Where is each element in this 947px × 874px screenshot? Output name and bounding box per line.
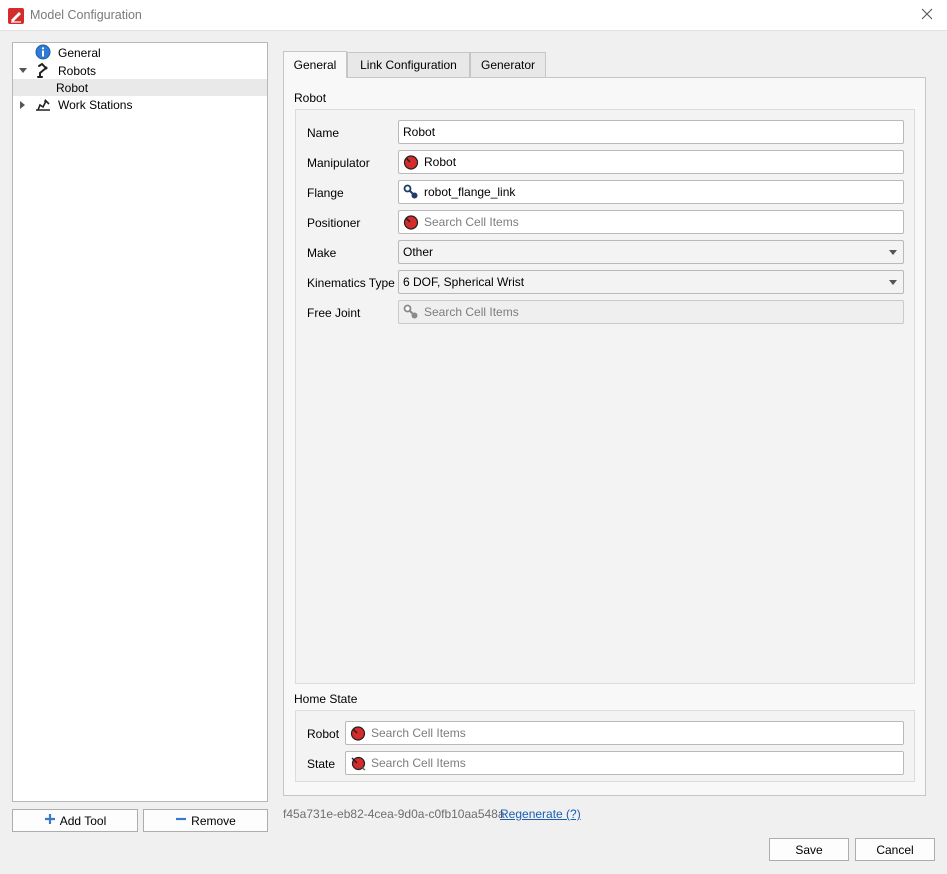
- tab-label: General: [293, 58, 337, 72]
- plus-icon: [44, 813, 56, 828]
- robot-state-icon: [350, 755, 366, 771]
- cancel-button[interactable]: Cancel: [855, 838, 935, 861]
- model-uuid: f45a731e-eb82-4cea-9d0a-c0fb10aa548a: [283, 807, 505, 821]
- home-state-section-title: Home State: [294, 692, 358, 706]
- kinematics-type-label: Kinematics Type: [307, 276, 395, 290]
- kinematics-type-value: 6 DOF, Spherical Wrist: [403, 275, 525, 289]
- chevron-down-icon[interactable]: [18, 66, 28, 76]
- flange-field[interactable]: robot_flange_link: [398, 180, 904, 204]
- dropdown-arrow-icon: [889, 250, 897, 255]
- regenerate-link[interactable]: Regenerate (?): [500, 807, 581, 821]
- tree-item-work-stations[interactable]: Work Stations: [13, 96, 267, 113]
- make-value: Other: [403, 245, 434, 259]
- add-tool-label: Add Tool: [59, 813, 107, 828]
- home-robot-label: Robot: [307, 727, 340, 741]
- home-state-field[interactable]: Search Cell Items: [345, 751, 904, 775]
- robot-group: Name Robot Manipulator Robot Flange robo…: [295, 109, 915, 684]
- tab-label: Link Configuration: [360, 58, 457, 72]
- tab-general[interactable]: General: [283, 51, 347, 78]
- add-tool-button[interactable]: Add Tool: [12, 809, 138, 832]
- link-icon: [403, 304, 419, 320]
- flange-label: Flange: [307, 186, 344, 200]
- robot-item-icon: [403, 154, 419, 170]
- workstation-icon: [35, 96, 51, 112]
- home-robot-field[interactable]: Search Cell Items: [345, 721, 904, 745]
- tree-item-general[interactable]: General: [13, 44, 267, 61]
- flange-value: robot_flange_link: [424, 185, 516, 199]
- general-tab-panel: Robot Name Robot Manipulator Robot Flang…: [283, 77, 926, 796]
- save-label: Save: [795, 842, 823, 857]
- model-tree[interactable]: General Robots Robot Work Stations: [12, 42, 268, 802]
- home-state-placeholder: Search Cell Items: [371, 756, 466, 770]
- positioner-label: Positioner: [307, 216, 361, 230]
- tree-item-label: Robot: [56, 80, 89, 95]
- dropdown-arrow-icon: [889, 280, 897, 285]
- name-value: Robot: [403, 125, 436, 139]
- info-icon: [35, 44, 51, 60]
- robot-item-icon: [403, 214, 419, 230]
- home-state-label: State: [307, 757, 336, 771]
- link-icon: [403, 184, 419, 200]
- manipulator-field[interactable]: Robot: [398, 150, 904, 174]
- app-logo-icon: [8, 8, 24, 24]
- chevron-right-icon[interactable]: [18, 100, 28, 110]
- free-joint-label: Free Joint: [307, 306, 361, 320]
- positioner-placeholder: Search Cell Items: [424, 215, 519, 229]
- save-button[interactable]: Save: [769, 838, 849, 861]
- close-button[interactable]: [907, 0, 947, 30]
- make-label: Make: [307, 246, 337, 260]
- positioner-field[interactable]: Search Cell Items: [398, 210, 904, 234]
- home-state-group: Robot Search Cell Items State Search Cel…: [295, 710, 915, 782]
- tree-item-label: Work Stations: [58, 97, 133, 112]
- tab-link-configuration[interactable]: Link Configuration: [347, 52, 470, 77]
- minus-icon: [175, 813, 187, 828]
- manipulator-label: Manipulator: [307, 156, 370, 170]
- remove-label: Remove: [191, 813, 236, 828]
- robot-arm-icon: [35, 62, 51, 78]
- free-joint-placeholder: Search Cell Items: [424, 305, 519, 319]
- name-field[interactable]: Robot: [398, 120, 904, 144]
- home-robot-placeholder: Search Cell Items: [371, 726, 466, 740]
- title-bar: Model Configuration: [0, 0, 947, 31]
- robot-item-icon: [350, 725, 366, 741]
- kinematics-type-dropdown[interactable]: 6 DOF, Spherical Wrist: [398, 270, 904, 294]
- tree-item-label: Robots: [58, 63, 97, 78]
- cancel-label: Cancel: [876, 842, 914, 857]
- name-label: Name: [307, 126, 340, 140]
- tree-item-robots[interactable]: Robots: [13, 62, 267, 79]
- tab-label: Generator: [480, 58, 536, 72]
- make-dropdown[interactable]: Other: [398, 240, 904, 264]
- close-icon: [921, 8, 933, 23]
- manipulator-value: Robot: [424, 155, 457, 169]
- remove-button[interactable]: Remove: [143, 809, 268, 832]
- tree-item-label: General: [58, 45, 101, 60]
- tree-item-robot[interactable]: Robot: [13, 79, 267, 96]
- robot-section-title: Robot: [294, 91, 327, 105]
- free-joint-field[interactable]: Search Cell Items: [398, 300, 904, 324]
- tab-generator[interactable]: Generator: [470, 52, 546, 77]
- window-title: Model Configuration: [30, 8, 142, 22]
